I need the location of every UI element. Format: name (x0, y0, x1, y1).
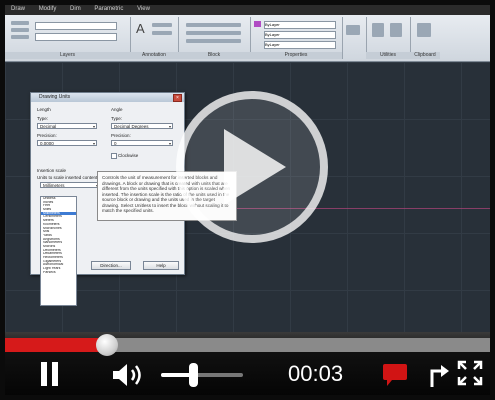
angle-type-label: Type: (111, 116, 123, 121)
length-type-label: Type: (37, 116, 49, 121)
panel-label: Clipboard (410, 52, 440, 59)
angle-group-label: Angle (111, 107, 123, 112)
pause-icon[interactable] (35, 360, 61, 388)
menu-item: Dim (70, 6, 81, 12)
clockwise-label: Clockwise (118, 153, 139, 158)
share-icon[interactable] (427, 361, 451, 387)
dialog-title-bar: Drawing Units × (31, 93, 184, 102)
property-combo: ByLayer (264, 21, 336, 29)
panel-label: Layers (5, 52, 130, 59)
insertion-units-select[interactable]: Millimeters (40, 182, 100, 189)
ribbon-panel-clipboard: Clipboard (410, 17, 440, 59)
volume-slider-handle[interactable] (189, 363, 198, 387)
insertion-sublabel: Units to scale inserted content: (37, 175, 99, 180)
time-display: 00:03 (288, 361, 344, 386)
length-precision-label: Precision: (37, 133, 57, 138)
insertion-label: Insertion scale (37, 168, 67, 173)
app-menubar: Draw Modify Dim Parametric View (5, 5, 490, 15)
property-combo: ByLayer (264, 41, 336, 49)
text-icon: A (136, 21, 145, 36)
ribbon-panel-block: Block (178, 17, 251, 59)
color-swatch (254, 21, 261, 27)
ribbon-panel-annotation: A Annotation (130, 17, 179, 59)
fullscreen-icon[interactable] (457, 360, 483, 386)
dialog-title: Drawing Units (39, 94, 71, 100)
ribbon-panel-groups (342, 17, 367, 59)
menu-item: View (137, 6, 150, 12)
seek-progress (5, 338, 107, 352)
unit-option[interactable]: Parsecs (41, 271, 76, 275)
ribbon-panel-utilities: Utilities (366, 17, 411, 59)
direction-button[interactable]: Direction... (91, 261, 131, 270)
close-icon[interactable]: × (173, 94, 182, 102)
length-group-label: Length (37, 107, 51, 112)
angle-precision-label: Precision: (111, 133, 131, 138)
video-frame: Draw Modify Dim Parametric View Layers A… (5, 5, 490, 395)
panel-label: Properties (250, 52, 342, 59)
volume-icon[interactable] (111, 361, 147, 389)
angle-type-select[interactable]: Decimal Degrees (111, 123, 173, 130)
play-icon[interactable] (224, 129, 286, 205)
ribbon-panel-layers: Layers (5, 17, 131, 59)
panel-label: Block (178, 52, 250, 59)
comment-icon[interactable] (383, 364, 407, 386)
clockwise-checkbox[interactable] (111, 153, 117, 159)
property-combo: ByLayer (264, 31, 336, 39)
angle-precision-select[interactable]: 0 (111, 140, 173, 147)
panel-label: Utilities (366, 52, 410, 59)
panel-label: Annotation (130, 52, 178, 59)
length-precision-select[interactable]: 0.0000 (37, 140, 97, 147)
ribbon-panel-properties: ByLayer ByLayer ByLayer Properties (250, 17, 343, 59)
menu-item: Modify (38, 6, 57, 12)
app-ribbon: Layers A Annotation Block ByLayer ByLaye… (5, 15, 490, 62)
units-dropdown-list[interactable]: Unitless Inches Feet Miles Millimeters Centim… (40, 196, 77, 306)
seek-handle[interactable] (96, 334, 118, 356)
menu-item: Parametric (94, 6, 124, 12)
help-button[interactable]: Help (143, 261, 179, 270)
menu-item: Draw (11, 6, 26, 12)
length-type-select[interactable]: Decimal (37, 123, 97, 130)
